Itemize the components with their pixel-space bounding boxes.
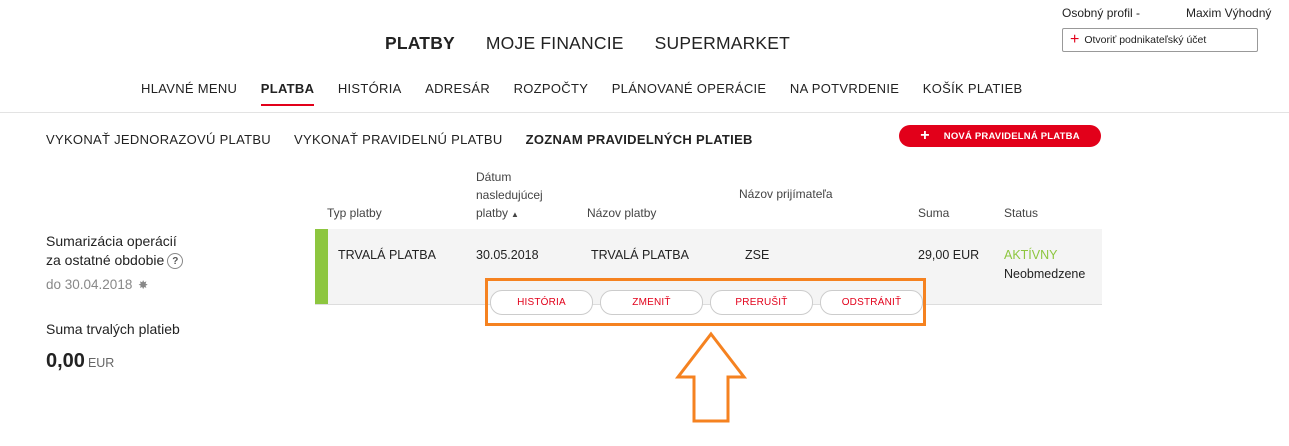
- nav-divider: [0, 112, 1289, 113]
- header-amount: Suma: [918, 206, 950, 220]
- row-date: 30.05.2018: [476, 248, 539, 262]
- header-type: Typ platby: [327, 206, 382, 220]
- summary-title-line2: za ostatné obdobie: [46, 252, 165, 268]
- up-arrow-icon: [674, 331, 748, 423]
- sub-nav-kosik-platieb[interactable]: KOŠÍK PLATIEB: [923, 81, 1023, 106]
- top-nav-supermarket[interactable]: SUPERMARKET: [655, 33, 790, 54]
- summary-until-date: do 30.04.2018: [46, 277, 133, 292]
- sub-nav-hlavne-menu[interactable]: HLAVNÉ MENU: [141, 81, 237, 106]
- new-regular-payment-label: NOVÁ PRAVIDELNÁ PLATBA: [943, 130, 1080, 142]
- sub-nav-planovane-operacie[interactable]: PLÁNOVANÉ OPERÁCIE: [612, 81, 767, 106]
- sub-nav-adresar[interactable]: ADRESÁR: [425, 81, 490, 106]
- summary-title-line1: Sumarizácia operácií: [46, 233, 177, 249]
- row-status-note: Neobmedzene: [1004, 267, 1086, 281]
- total-value: 0,00 EUR: [46, 350, 114, 373]
- sub-nav-na-potvrdenie[interactable]: NA POTVRDENIE: [790, 81, 899, 106]
- header-payment-name: Názov platby: [587, 206, 657, 220]
- row-name: TRVALÁ PLATBA: [591, 248, 689, 262]
- sub-nav-historia[interactable]: HISTÓRIA: [338, 81, 402, 106]
- plus-icon: +: [920, 127, 930, 144]
- gear-icon[interactable]: ✸: [138, 278, 148, 292]
- profile-label[interactable]: Osobný profil -: [1062, 6, 1140, 20]
- header-next-date-line1: Dátum: [476, 170, 512, 184]
- payment-tabs: VYKONAŤ JEDNORAZOVÚ PLATBU VYKONAŤ PRAVI…: [46, 132, 753, 147]
- row-type: TRVALÁ PLATBA: [338, 248, 436, 262]
- total-amount: 0,00: [46, 350, 85, 372]
- profile-name[interactable]: Maxim Výhodný: [1186, 6, 1271, 20]
- total-currency: EUR: [87, 356, 115, 370]
- row-recipient: ZSE: [745, 248, 770, 262]
- header-status: Status: [1004, 206, 1039, 220]
- header-next-date-line2: nasledujúcej: [476, 188, 543, 202]
- sub-nav: HLAVNÉ MENU PLATBA HISTÓRIA ADRESÁR ROZP…: [141, 81, 1046, 106]
- summary-period: do 30.04.2018 ✸: [46, 277, 148, 292]
- top-nav: PLATBY MOJE FINANCIE SUPERMARKET: [385, 33, 790, 54]
- sub-nav-rozpocty[interactable]: ROZPOČTY: [514, 81, 589, 106]
- open-business-account-button[interactable]: + Otvoriť podnikateľský účet: [1062, 28, 1258, 52]
- tab-regular-payment[interactable]: VYKONAŤ PRAVIDELNÚ PLATBU: [294, 132, 503, 147]
- top-nav-platby[interactable]: PLATBY: [385, 33, 455, 54]
- top-nav-moje-financie[interactable]: MOJE FINANCIE: [486, 33, 624, 54]
- active-indicator: [315, 229, 328, 304]
- new-regular-payment-button[interactable]: + NOVÁ PRAVIDELNÁ PLATBA: [899, 125, 1101, 147]
- total-label: Suma trvalých platieb: [46, 321, 180, 337]
- header-recipient: Názov prijímateľa: [739, 187, 833, 201]
- open-business-account-label: Otvoriť podnikateľský účet: [1084, 34, 1207, 46]
- help-icon[interactable]: ?: [167, 253, 184, 270]
- header-next-date-line3: platby: [476, 206, 509, 220]
- highlight-box: [485, 278, 926, 326]
- header-next-date[interactable]: Dátum nasledujúcej platby ▲: [476, 168, 543, 224]
- plus-icon: +: [1070, 31, 1080, 48]
- row-status: AKTÍVNY: [1004, 248, 1058, 262]
- tab-one-time-payment[interactable]: VYKONAŤ JEDNORAZOVÚ PLATBU: [46, 132, 271, 147]
- row-amount: 29,00 EUR: [918, 248, 980, 262]
- sub-nav-platba[interactable]: PLATBA: [260, 81, 315, 106]
- tab-regular-payments-list[interactable]: ZOZNAM PRAVIDELNÝCH PLATIEB: [526, 132, 753, 147]
- summary-title: Sumarizácia operácií za ostatné obdobie?: [46, 232, 216, 270]
- sort-up-icon[interactable]: ▲: [511, 210, 519, 219]
